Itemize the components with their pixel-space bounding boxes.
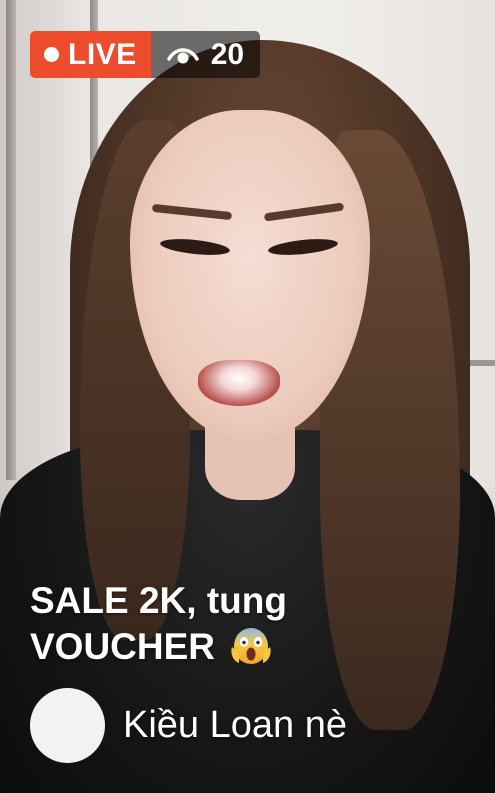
host-info[interactable]: Kiều Loan nè (30, 688, 347, 763)
video-streamer-mouth (198, 360, 280, 406)
live-status-badge: LIVE 20 (30, 31, 261, 78)
livestream-view[interactable]: LIVE 20 SALE 2K, tung VOUCHER Kiều Loan … (0, 0, 495, 793)
viewer-count: 20 (210, 37, 245, 71)
host-name[interactable]: Kiều Loan nè (123, 704, 347, 747)
avatar[interactable] (30, 688, 105, 763)
face-screaming-in-fear-emoji-icon (231, 628, 271, 664)
background-wall-edge (6, 0, 16, 480)
eye-icon (166, 47, 199, 63)
stream-title-line: SALE 2K, tung (30, 580, 287, 621)
live-tag: LIVE (30, 31, 151, 78)
live-label: LIVE (68, 37, 137, 71)
stream-title: SALE 2K, tung VOUCHER (30, 578, 360, 669)
stream-title-text: VOUCHER (30, 626, 216, 667)
stream-title-line: VOUCHER (30, 623, 360, 669)
viewer-count-tag: 20 (150, 31, 261, 78)
live-dot-icon (44, 47, 59, 62)
